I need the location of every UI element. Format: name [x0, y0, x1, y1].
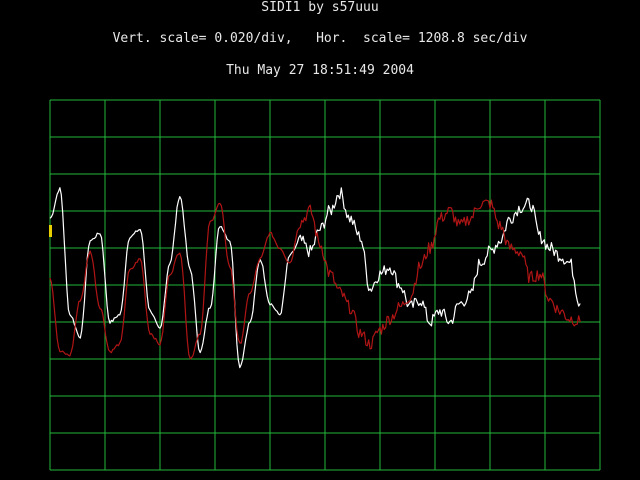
series-line-white	[49, 187, 581, 369]
oscilloscope-plot	[49, 99, 601, 471]
trace-start-marker	[49, 225, 52, 237]
plot-grid	[49, 99, 601, 471]
series-line-red	[49, 199, 581, 360]
plot-traces	[49, 187, 581, 369]
